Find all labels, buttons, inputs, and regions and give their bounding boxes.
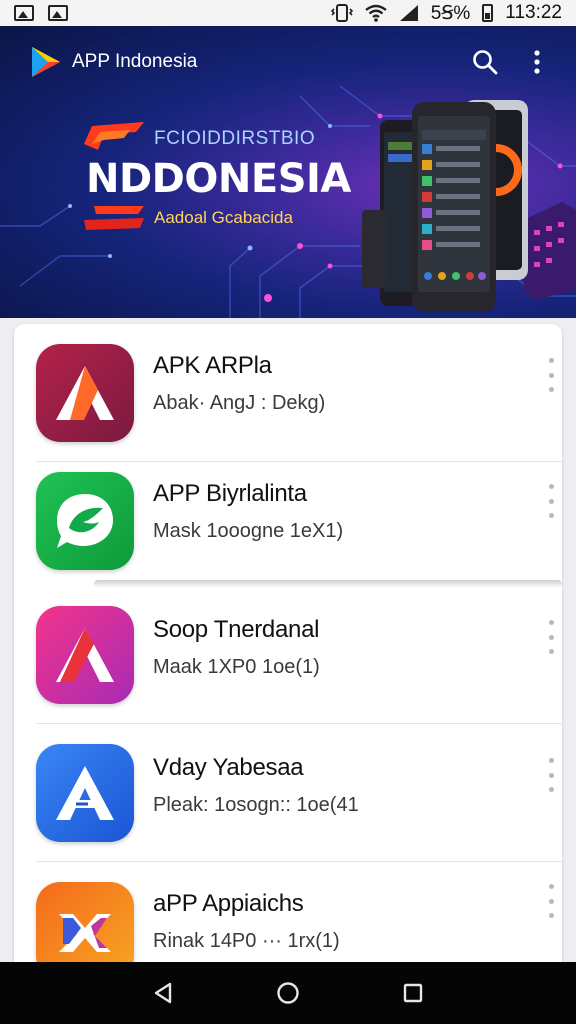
row-text: APP Biyrlalinta Mask 1ooogne 1eX1) [153,480,343,543]
status-left [14,5,68,21]
dot-icon [548,772,554,778]
search-button[interactable] [468,45,502,79]
battery-percent: 5Ꞩ% [430,2,471,24]
status-right: 5Ꞩ% 113:22 [330,2,562,25]
back-triangle-icon [154,982,171,1004]
more-vert-icon [534,50,540,74]
dot-icon [548,758,554,763]
cross-ribbon-icon [59,914,111,952]
row-text: Soop Tnerdanal Maak 1XP0 1oe(1) [153,616,320,679]
app-logo-icon [32,47,60,77]
dot-icon [548,513,554,518]
app-title: APK ARPla [153,352,272,379]
dot-icon [548,787,554,792]
app-subtitle: Pleak: 1osogn:: 1oe(41 [153,794,359,816]
banner-kicker: FCIOIDDIRSTBIO [154,128,316,149]
list-item[interactable]: APP Biyrlalinta Mask 1ooogne 1eX1) [14,452,562,590]
battery-icon [482,4,494,22]
letter-a-icon [56,366,114,420]
app-screen: 5Ꞩ% 113:22 APP Indonesia FCIOIDDIRSTBIO … [0,0,576,1024]
home-button[interactable] [268,973,308,1013]
app-subtitle: Maak 1XP0 1oe(1) [153,656,320,678]
back-button[interactable] [143,973,183,1013]
app-subtitle: Rinak 14P0 ··· 1rx(1) [153,930,340,952]
app-title: Vday Yabesaa [153,754,304,781]
letter-a-icon [56,628,114,682]
system-nav-bar [0,962,576,1024]
app-list: APK ARPla Abak· AngJ : Dekg) APP Biyrlal… [14,324,562,984]
overflow-menu-button[interactable] [520,45,554,79]
dot-icon [548,884,554,889]
clock: 113:22 [505,2,562,23]
app-icon [36,606,134,704]
item-menu-button[interactable] [546,484,556,518]
app-title: Soop Tnerdanal [153,616,320,643]
app-title: APP Indonesia [72,51,198,72]
home-circle-icon [277,982,299,1004]
image-notification-icon [14,5,34,21]
red-swoosh-icon [84,122,144,150]
vibrate-icon [330,4,353,22]
status-bar: 5Ꞩ% 113:22 [0,0,576,26]
red-stripe-icon [84,206,144,230]
dot-icon [548,387,554,392]
app-title: APP Biyrlalinta [153,480,307,507]
hero-banner: APP Indonesia FCIOIDDIRSTBIO NDDONESIA A… [0,26,576,318]
dot-icon [548,372,554,378]
recents-square-icon [404,983,423,1003]
signal-icon [399,5,418,21]
row-text: aPP Appiaichs Rinak 14P0 ··· 1rx(1) [153,890,340,953]
recents-button[interactable] [393,973,433,1013]
row-text: Vday Yabesaa Pleak: 1osogn:: 1oe(41 [153,754,359,817]
dot-icon [548,484,554,489]
wifi-icon [365,4,387,22]
banner-subtitle: Aadoal Gcabacida [154,208,293,227]
item-menu-button[interactable] [546,620,556,654]
phones-illustration [362,100,576,312]
item-menu-button[interactable] [546,884,556,918]
app-icon [36,744,134,842]
list-item[interactable]: APK ARPla Abak· AngJ : Dekg) [14,324,562,462]
row-text: APK ARPla Abak· AngJ : Dekg) [153,352,325,415]
cube-graphic [524,202,576,300]
list-item[interactable]: Soop Tnerdanal Maak 1XP0 1oe(1) [14,586,562,724]
banner-headline-block: FCIOIDDIRSTBIO NDDONESIA Aadoal Gcabacid… [84,122,384,242]
dot-icon [548,913,554,918]
app-icon [36,344,134,442]
dot-icon [548,358,554,363]
banner-headline: NDDONESIA [86,156,351,202]
app-title: aPP Appiaichs [153,890,304,917]
list-item[interactable]: Vday Yabesaa Pleak: 1osogn:: 1oe(41 [14,724,562,862]
letter-a-icon [56,766,114,820]
dot-icon [548,898,554,904]
app-icon [36,472,134,570]
gallery-notification-icon [48,5,68,21]
dot-icon [548,498,554,504]
search-icon [473,50,498,75]
dot-icon [548,634,554,640]
app-bar: APP Indonesia [0,26,576,98]
dot-icon [548,649,554,654]
item-menu-button[interactable] [546,758,556,792]
app-subtitle: Mask 1ooogne 1eX1) [153,520,344,542]
item-menu-button[interactable] [546,358,556,392]
dot-icon [548,620,554,625]
app-subtitle: Abak· AngJ : Dekg) [153,392,326,414]
leaf-chat-icon [57,494,113,548]
